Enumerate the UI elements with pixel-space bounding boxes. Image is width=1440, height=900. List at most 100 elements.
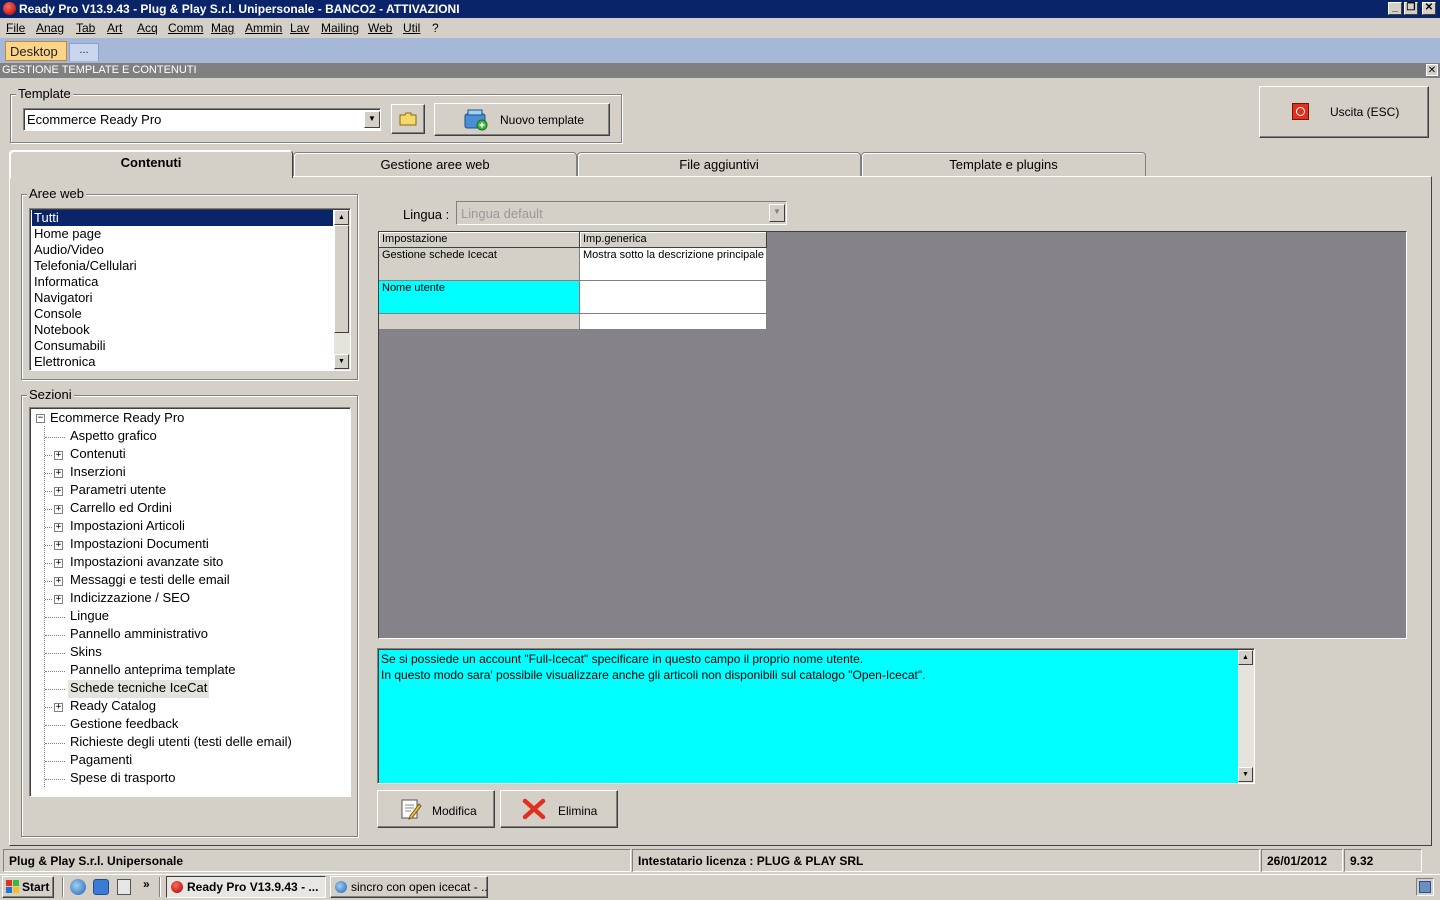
tree-item[interactable]: Carrello ed Ordini (68, 500, 174, 518)
form-close-icon[interactable]: ✕ (1426, 64, 1438, 76)
scroll-thumb[interactable] (334, 225, 349, 333)
tree-item[interactable]: Spese di trasporto (68, 770, 178, 788)
expand-icon[interactable]: + (54, 595, 63, 604)
expand-icon[interactable]: + (54, 541, 63, 550)
expand-icon[interactable]: + (54, 451, 63, 460)
expand-icon[interactable]: + (54, 469, 63, 478)
memo-scrollbar[interactable]: ▲ ▼ (1238, 650, 1254, 783)
show-desktop-icon[interactable] (117, 879, 131, 895)
tree-root[interactable]: Ecommerce Ready Pro (50, 410, 184, 428)
menu-acq[interactable]: Acq (137, 21, 158, 35)
grid-cell[interactable] (580, 281, 767, 314)
menu-mailing[interactable]: Mailing (321, 21, 359, 35)
list-item[interactable]: Navigatori (32, 290, 93, 306)
tree-item[interactable]: Contenuti (68, 446, 128, 464)
tab-contenuti[interactable]: Contenuti (9, 150, 293, 178)
tree-item[interactable]: Inserzioni (68, 464, 128, 482)
restore-button[interactable]: ❐ (1404, 2, 1418, 15)
exit-button[interactable]: Uscita (ESC) (1259, 86, 1429, 138)
menu-tab[interactable]: Tab (76, 21, 95, 35)
tree-item[interactable]: Impostazioni Documenti (68, 536, 211, 554)
outlook-icon[interactable] (93, 879, 109, 895)
desktop-more-tab[interactable]: ... (69, 43, 99, 61)
window-titlebar[interactable]: Ready Pro V13.9.43 - Plug & Play S.r.l. … (0, 0, 1440, 18)
tab-template-plugins[interactable]: Template e plugins (861, 152, 1146, 177)
grid-cell[interactable] (379, 314, 580, 330)
grid-header-impostazione[interactable]: Impostazione (379, 232, 580, 248)
grid-cell-selected[interactable]: Nome utente (379, 281, 580, 314)
menu-ammin[interactable]: Ammin (245, 21, 282, 35)
open-folder-button[interactable] (391, 104, 425, 134)
tree-item[interactable]: Ready Catalog (68, 698, 158, 716)
grid-header-imp-generica[interactable]: Imp.generica (580, 232, 767, 248)
list-item[interactable]: Home page (32, 226, 101, 242)
list-item[interactable]: Notebook (32, 322, 90, 338)
scroll-up-icon[interactable]: ▲ (334, 210, 349, 225)
tree-item[interactable]: Aspetto grafico (68, 428, 159, 446)
tree-item[interactable]: Parametri utente (68, 482, 168, 500)
tree-item[interactable]: Impostazioni avanzate sito (68, 554, 225, 572)
expand-icon[interactable]: + (54, 559, 63, 568)
tree-item[interactable]: Impostazioni Articoli (68, 518, 187, 536)
menu-file[interactable]: File (6, 21, 25, 35)
minimize-button[interactable]: _ (1388, 2, 1402, 15)
elimina-button[interactable]: Elimina (500, 790, 618, 828)
tree-item[interactable]: Messaggi e testi delle email (68, 572, 232, 590)
chevron-down-icon[interactable]: ▼ (769, 204, 785, 222)
expand-icon[interactable]: + (54, 505, 63, 514)
list-item[interactable]: Consumabili (32, 338, 106, 354)
collapse-icon[interactable]: − (36, 414, 45, 423)
tree-item[interactable]: Pagamenti (68, 752, 134, 770)
grid-cell[interactable]: Gestione schede Icecat (379, 248, 580, 281)
expand-icon[interactable]: + (54, 703, 63, 712)
list-item[interactable]: Tutti (32, 210, 333, 226)
sezioni-tree[interactable]: − Ecommerce Ready Pro Aspetto grafico + Co… (29, 407, 351, 797)
grid-cell[interactable] (580, 314, 767, 330)
settings-grid[interactable]: Impostazione Imp.generica Gestione sched… (378, 231, 1407, 639)
task-browser[interactable]: sincro con open icecat - ... (330, 876, 488, 898)
list-item[interactable]: Elettronica (32, 354, 95, 370)
chevron-down-icon[interactable]: ▼ (364, 111, 380, 128)
desktop-tab[interactable]: Desktop (5, 41, 67, 61)
scroll-down-icon[interactable]: ▼ (1238, 767, 1253, 782)
tab-file-aggiuntivi[interactable]: File aggiuntivi (577, 152, 861, 177)
expand-icon[interactable]: + (54, 523, 63, 532)
tree-item[interactable]: Gestione feedback (68, 716, 180, 734)
ie-icon[interactable] (70, 879, 86, 895)
tree-item[interactable]: Lingue (68, 608, 111, 626)
menu-art[interactable]: Art (107, 21, 122, 35)
scroll-up-icon[interactable]: ▲ (1238, 650, 1253, 665)
expand-icon[interactable]: + (54, 577, 63, 586)
tree-item[interactable]: Schede tecniche IceCat (68, 680, 210, 698)
list-item[interactable]: Telefonia/Cellulari (32, 258, 137, 274)
tab-gestione-aree-web[interactable]: Gestione aree web (293, 152, 577, 177)
quicklaunch-more-icon[interactable]: » (143, 877, 150, 891)
tree-item[interactable]: Skins (68, 644, 104, 662)
new-template-button[interactable]: Nuovo template (434, 103, 610, 136)
lingua-select[interactable]: Lingua default ▼ (456, 201, 787, 225)
menu-lav[interactable]: Lav (290, 21, 309, 35)
list-item[interactable]: Audio/Video (32, 242, 104, 258)
expand-icon[interactable]: + (54, 487, 63, 496)
menu-anag[interactable]: Anag (36, 21, 64, 35)
menu-mag[interactable]: Mag (211, 21, 234, 35)
description-memo[interactable]: Se si possiede un account "Full-Icecat" … (377, 648, 1255, 784)
close-button[interactable]: ✕ (1422, 2, 1436, 15)
tree-item[interactable]: Pannello anteprima template (68, 662, 238, 680)
menu-help[interactable]: ? (432, 21, 439, 35)
list-item[interactable]: Console (32, 306, 82, 322)
grid-cell[interactable]: Mostra sotto la descrizione principale (580, 248, 767, 281)
scroll-down-icon[interactable]: ▼ (334, 354, 349, 369)
list-item[interactable]: Informatica (32, 274, 98, 290)
tree-item[interactable]: Richieste degli utenti (testi delle emai… (68, 734, 294, 752)
aree-web-list[interactable]: Tutti Home page Audio/Video Telefonia/Ce… (29, 208, 351, 371)
start-button[interactable]: Start (2, 876, 54, 898)
tree-item[interactable]: Indicizzazione / SEO (68, 590, 192, 608)
menu-comm[interactable]: Comm (168, 21, 203, 35)
modifica-button[interactable]: Modifica (377, 790, 495, 828)
template-select[interactable]: Ecommerce Ready Pro ▼ (23, 108, 381, 131)
task-ready-pro[interactable]: Ready Pro V13.9.43 - ... (166, 876, 326, 898)
menu-util[interactable]: Util (403, 21, 420, 35)
network-icon[interactable] (1419, 881, 1431, 893)
menu-web[interactable]: Web (368, 21, 392, 35)
